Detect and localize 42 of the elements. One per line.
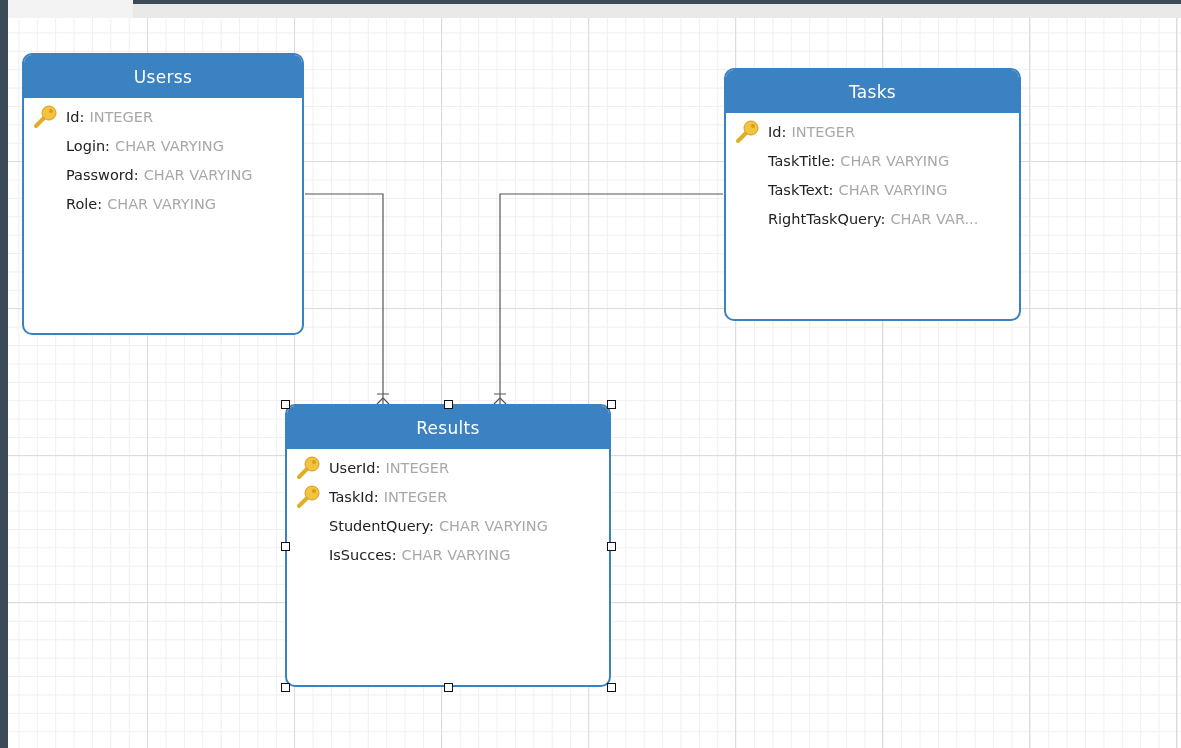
- table-title: Results: [416, 417, 480, 438]
- field-type: CHAR VARYING: [838, 181, 948, 198]
- key-icon: [295, 455, 321, 480]
- field-type: INTEGER: [791, 123, 855, 140]
- resize-handle[interactable]: [281, 541, 290, 551]
- field-name: TaskId:: [329, 488, 379, 505]
- entity-table[interactable]: Userss Id: INTEGER Login: CHAR VARYING Password: CHAR VARYING Role: CHAR VARYING: [22, 53, 304, 335]
- field-type: CHAR VARYING: [439, 517, 548, 534]
- field-type: CHAR VARYING: [401, 546, 511, 563]
- field-name: Password:: [66, 166, 139, 183]
- field-type: INTEGER: [385, 459, 450, 476]
- resize-handle[interactable]: [607, 683, 616, 692]
- field-name: UserId:: [329, 459, 381, 476]
- table-title: Tasks: [848, 81, 896, 102]
- field-name: TaskText:: [768, 181, 834, 198]
- field-type: CHAR VARYING: [143, 166, 253, 183]
- key-icon: [734, 119, 760, 144]
- field-name: TaskTitle:: [768, 152, 836, 169]
- field-type: CHAR VAR...: [890, 210, 979, 227]
- field-name: RightTaskQuery:: [768, 210, 886, 227]
- resize-handle[interactable]: [281, 400, 290, 409]
- field-name: Id:: [768, 123, 787, 140]
- resize-handle[interactable]: [444, 683, 453, 692]
- resize-handle[interactable]: [607, 541, 616, 551]
- field-name: StudentQuery:: [329, 517, 434, 534]
- field-name: Id:: [66, 108, 85, 125]
- key-icon: [32, 104, 58, 129]
- resize-handle[interactable]: [444, 400, 453, 409]
- field-name: Login:: [66, 137, 110, 154]
- key-icon: [295, 484, 321, 509]
- field-type: INTEGER: [89, 108, 153, 125]
- field-name: Role:: [66, 195, 103, 212]
- entity-table[interactable]: Tasks Id: INTEGER TaskTitle: CHAR VARYING TaskText: CHAR VARYING RightTaskQuery: CHAR VAR...: [724, 68, 1021, 321]
- field-type: CHAR VARYING: [840, 152, 950, 169]
- resize-handle[interactable]: [281, 683, 290, 692]
- resize-handle[interactable]: [607, 400, 616, 409]
- field-type: CHAR VARYING: [115, 137, 224, 154]
- field-type: INTEGER: [383, 488, 448, 505]
- field-name: IsSucces:: [329, 546, 397, 563]
- entity-table[interactable]: Results UserId: INTEGER TaskId: INTEGER StudentQuery: CHAR VARYING IsSucces: CHAR VARYING: [285, 404, 611, 687]
- field-type: CHAR VARYING: [107, 195, 217, 212]
- table-title: Userss: [133, 66, 193, 87]
